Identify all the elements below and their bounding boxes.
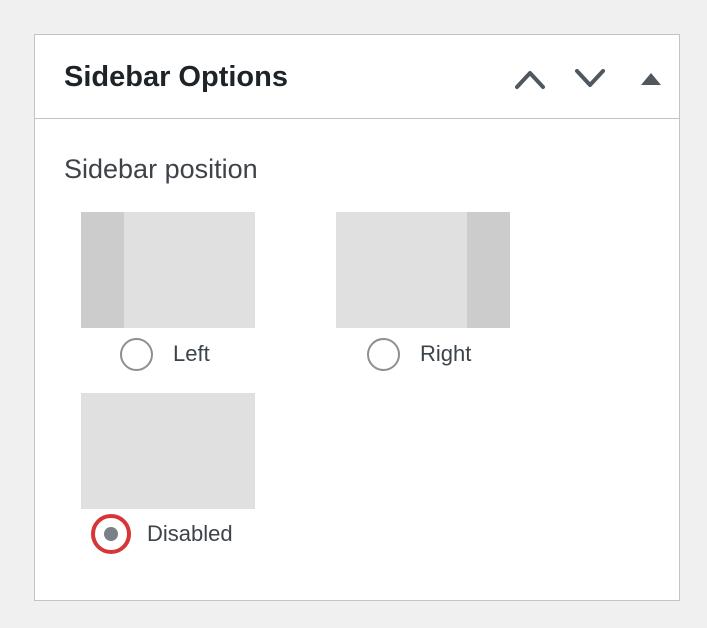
radio-disabled[interactable] (91, 514, 131, 554)
sidebar-option-right[interactable]: Right (336, 212, 516, 372)
panel-title: Sidebar Options (64, 61, 288, 93)
radio-selected-dot (104, 527, 118, 541)
thumbnail-sidebar-right (467, 212, 510, 328)
radio-right[interactable] (367, 338, 400, 371)
thumbnail-sidebar-left (81, 212, 124, 328)
radio-left[interactable] (120, 338, 153, 371)
sidebar-option-left[interactable]: Left (81, 212, 261, 372)
option-label-right[interactable]: Right (420, 340, 471, 368)
right-layout-thumbnail[interactable] (336, 212, 510, 328)
move-up-button[interactable] (512, 61, 548, 97)
sidebar-position-label: Sidebar position (64, 154, 258, 184)
sidebar-options-panel: Sidebar Options Sidebar position Left Ri… (34, 34, 680, 601)
panel-header: Sidebar Options (35, 35, 679, 119)
option-label-left[interactable]: Left (173, 340, 210, 368)
sidebar-option-disabled[interactable]: Disabled (81, 393, 281, 558)
move-down-button[interactable] (572, 61, 608, 97)
triangle-up-icon (641, 73, 661, 85)
chevron-down-icon (575, 69, 605, 87)
chevron-up-icon (515, 71, 545, 89)
option-label-disabled[interactable]: Disabled (147, 520, 233, 548)
toggle-panel-button[interactable] (633, 61, 669, 97)
left-layout-thumbnail[interactable] (81, 212, 255, 328)
no-sidebar-thumbnail[interactable] (81, 393, 255, 509)
